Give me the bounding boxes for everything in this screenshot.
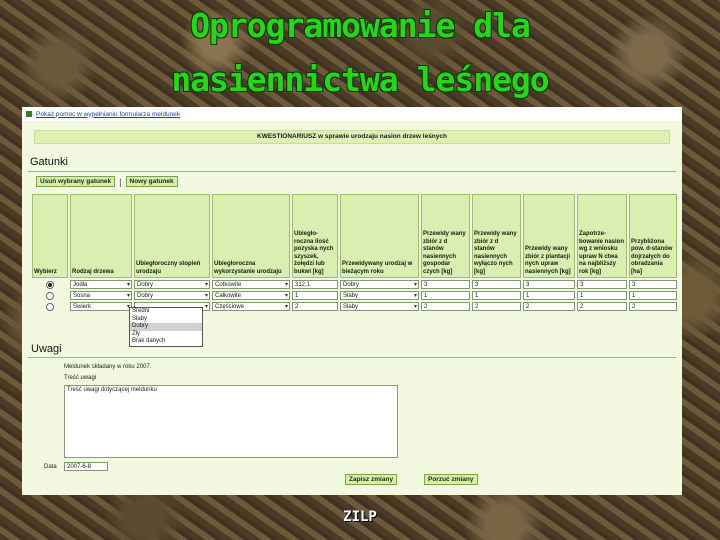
col-demand: Zapotrze-bowanie nasion wg z wniosku upr…	[577, 194, 627, 278]
species-toolbar: Usuń wybrany gatunek | Nowy gatunek	[36, 176, 682, 187]
date-field[interactable]: 2007-6-8	[64, 462, 108, 471]
area-input[interactable]: 1	[629, 291, 677, 300]
seed-managed-input[interactable]: 1	[421, 291, 470, 300]
area-input[interactable]: 2	[629, 302, 677, 311]
col-plantation: Przewidy wany zbiór z plantacji nych upr…	[523, 194, 575, 278]
col-select: Wybierz	[32, 194, 68, 278]
remarks-section-title: Uwagi	[31, 343, 62, 355]
seed-excluded-input[interactable]: 3	[472, 280, 521, 289]
row-select-radio[interactable]	[46, 280, 54, 289]
seed-excluded-input[interactable]: 1	[472, 291, 521, 300]
plantation-input[interactable]: 1	[523, 291, 575, 300]
toolbar-separator: |	[119, 176, 122, 187]
slide-title-line1: Oprogramowanie dla	[190, 6, 531, 45]
col-seed-excluded: Przewidy wany zbiór z d stanów nasiennyc…	[472, 194, 521, 278]
col-forecast: Przewidywany urodzaj w bieżącym roku	[340, 194, 419, 278]
demand-input[interactable]: 3	[577, 280, 627, 289]
col-area: Przybliżona pow. d-stanów dojrzałych do …	[629, 194, 677, 278]
discard-button[interactable]: Porzuć zmiany	[424, 474, 478, 485]
prev-yield-select[interactable]: Dobry	[134, 291, 210, 301]
species-table: Wybierz Rodzaj drzewa Ubiegłoroczny stop…	[30, 192, 679, 313]
help-link[interactable]: Pokaż pomoc w wypełnianiu formularza mel…	[36, 111, 180, 118]
species-section-title: Gatunki	[30, 156, 68, 168]
help-icon	[26, 111, 32, 117]
dropdown-option[interactable]: Średni	[130, 308, 202, 316]
form-title: KWESTIONARIUSZ w sprawie urodzaju nasion…	[34, 130, 670, 144]
usage-select[interactable]: Cotkowite	[212, 280, 290, 290]
forecast-select[interactable]: Słaby	[340, 291, 419, 301]
app-screenshot: Pokaż pomoc w wypełnianiu formularza mel…	[22, 107, 682, 495]
qty-input[interactable]: 312,1	[292, 280, 338, 289]
col-prev-yield: Ubiegłoroczny stopień urodzaju	[134, 194, 210, 278]
prev-yield-select[interactable]: Dobry	[134, 280, 210, 290]
qty-input[interactable]: 2	[292, 302, 338, 311]
footer-logo-text: ZILP	[343, 509, 377, 525]
usage-select[interactable]: Całkowite	[212, 291, 290, 301]
seed-managed-input[interactable]: 3	[421, 280, 470, 289]
dropdown-option[interactable]: Słaby	[130, 316, 202, 324]
save-button[interactable]: Zapisz zmiany	[345, 474, 398, 485]
dropdown-option[interactable]: Zły	[130, 331, 202, 339]
usage-select[interactable]: Częściowe	[212, 302, 290, 312]
yield-dropdown-list: Średni Słaby Dobry Zły Brak danych	[129, 307, 203, 347]
col-seed-managed: Przewidy wany zbiór z d stanów nasiennyc…	[421, 194, 470, 278]
species-select[interactable]: Sosna	[70, 291, 132, 301]
species-select[interactable]: Świerk	[70, 302, 132, 312]
section-divider	[28, 171, 676, 172]
seed-managed-input[interactable]: 2	[421, 302, 470, 311]
remarks-label: Treść uwagi	[64, 375, 97, 381]
help-bar: Pokaż pomoc w wypełnianiu formularza mel…	[22, 107, 682, 121]
row-select-radio[interactable]	[46, 291, 54, 300]
remove-species-button[interactable]: Usuń wybrany gatunek	[36, 176, 116, 187]
section-divider	[28, 357, 676, 358]
dropdown-option-highlighted[interactable]: Dobry	[130, 323, 202, 331]
new-species-button[interactable]: Nowy gatunek	[125, 176, 178, 187]
table-header-row: Wybierz Rodzaj drzewa Ubiegłoroczny stop…	[32, 194, 677, 278]
species-select[interactable]: Jodła	[70, 280, 132, 290]
col-qty: Ubiegło-roczna ilość pozyska nych szysze…	[292, 194, 338, 278]
col-species: Rodzaj drzewa	[70, 194, 132, 278]
slide-title-line2: nasiennictwa leśnego	[171, 60, 549, 99]
demand-input[interactable]: 2	[577, 302, 627, 311]
plantation-input[interactable]: 3	[523, 280, 575, 289]
col-usage: Ubiegłoroczna wykorzystanie urodzaju	[212, 194, 290, 278]
forecast-select[interactable]: Dobry	[340, 280, 419, 290]
table-row: Jodła Dobry Cotkowite 312,1 Dobry 3 3 3 …	[32, 280, 677, 290]
table-row: Sosna Dobry Całkowite 1 Słaby 1 1 1 1 1	[32, 291, 677, 301]
area-input[interactable]: 3	[629, 280, 677, 289]
seed-excluded-input[interactable]: 2	[472, 302, 521, 311]
plantation-input[interactable]: 2	[523, 302, 575, 311]
remarks-note: Meldunek składany w roku 2007.	[64, 364, 152, 370]
forecast-select[interactable]: Słaby	[340, 302, 419, 312]
row-select-radio[interactable]	[46, 302, 54, 311]
remarks-textarea[interactable]: Treść uwagi dotyczącej meldunku	[64, 385, 398, 458]
dropdown-option[interactable]: Brak danych	[130, 338, 202, 346]
date-label: Data	[44, 464, 57, 470]
demand-input[interactable]: 1	[577, 291, 627, 300]
qty-input[interactable]: 1	[292, 291, 338, 300]
